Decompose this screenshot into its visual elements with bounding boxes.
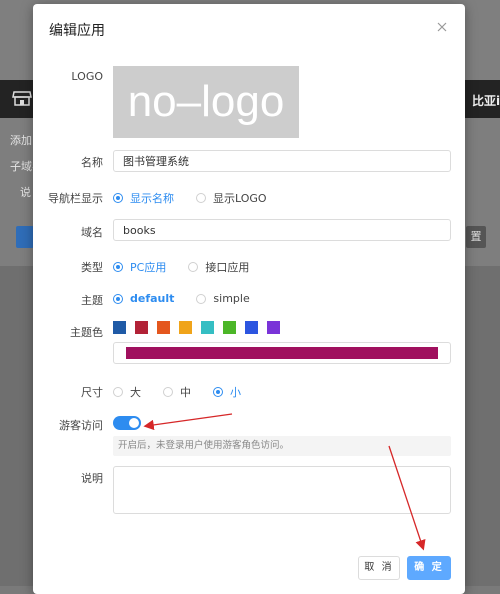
background-button: 置 [466,226,486,248]
background-navbar-text: 比亚i [472,94,500,108]
radio-pc-app[interactable]: PC应用 [113,259,166,275]
radio-label: simple [213,292,250,305]
radio-size-medium[interactable]: 中 [163,384,191,400]
confirm-button[interactable]: 确 定 [407,556,451,580]
radio-label: 接口应用 [205,261,250,274]
color-swatch-green[interactable] [223,321,236,334]
theme-label: 主题 [81,294,103,307]
radio-api-app[interactable]: 接口应用 [188,259,249,275]
radio-dot [196,193,206,203]
color-swatch-cyan[interactable] [201,321,214,334]
radio-dot [113,262,123,272]
radio-show-logo[interactable]: 显示LOGO [196,190,267,206]
radio-dot [188,262,199,272]
domain-input[interactable]: books [113,219,451,241]
name-label: 名称 [81,156,103,169]
background-text: 说 [20,186,31,199]
radio-label: PC应用 [130,261,167,274]
logo-upload[interactable]: no–logo [113,66,299,138]
close-icon[interactable] [435,20,449,34]
radio-dot [113,387,123,397]
description-textarea[interactable] [113,466,451,514]
guest-access-hint: 开启后，未登录用户使用游客角色访问。 [113,436,451,456]
radio-dot [163,387,173,397]
background-button [16,226,34,248]
color-swatch-royal-blue[interactable] [245,321,258,334]
color-swatch-blue[interactable] [113,321,126,334]
logo-label: LOGO [71,70,103,83]
background-text: 添加 [10,134,32,147]
store-icon [12,91,32,106]
toggle-knob [129,418,139,428]
radio-label: 中 [180,386,191,399]
radio-label: default [130,292,175,305]
type-radio-group: PC应用 接口应用 [113,259,271,275]
size-radio-group: 大 中 小 [113,384,263,400]
radio-dot [213,387,223,397]
radio-size-large[interactable]: 大 [113,384,141,400]
color-swatch-purple[interactable] [267,321,280,334]
radio-label: 显示LOGO [213,192,267,205]
guest-access-label: 游客访问 [59,419,103,432]
guest-access-toggle[interactable] [113,416,141,430]
radio-dot [113,193,123,203]
edit-app-dialog: 编辑应用 LOGO no–logo 名称 图书管理系统 导航栏显示 显示名称 显… [33,4,465,594]
radio-dot [113,293,123,304]
color-swatch-list [113,321,289,334]
navbar-display-radio-group: 显示名称 显示LOGO [113,190,289,206]
domain-label: 域名 [81,226,103,239]
color-swatch-orange[interactable] [157,321,170,334]
radio-theme-default[interactable]: default [113,292,174,305]
radio-show-name[interactable]: 显示名称 [113,190,174,206]
radio-dot [196,293,207,304]
color-picker-input[interactable] [113,342,451,364]
size-label: 尺寸 [81,386,103,399]
cancel-button[interactable]: 取 消 [358,556,400,580]
radio-size-small[interactable]: 小 [213,384,241,400]
radio-label: 小 [230,386,241,399]
dialog-title: 编辑应用 [49,23,105,39]
current-color-preview [126,347,438,359]
navbar-display-label: 导航栏显示 [48,192,103,205]
radio-label: 显示名称 [130,192,174,205]
radio-label: 大 [130,386,141,399]
description-label: 说明 [81,472,103,485]
type-label: 类型 [81,261,103,274]
color-swatch-yellow[interactable] [179,321,192,334]
theme-radio-group: default simple [113,292,272,305]
name-input[interactable]: 图书管理系统 [113,150,451,172]
radio-theme-simple[interactable]: simple [196,292,250,305]
color-swatch-red[interactable] [135,321,148,334]
theme-color-label: 主题色 [70,326,103,339]
